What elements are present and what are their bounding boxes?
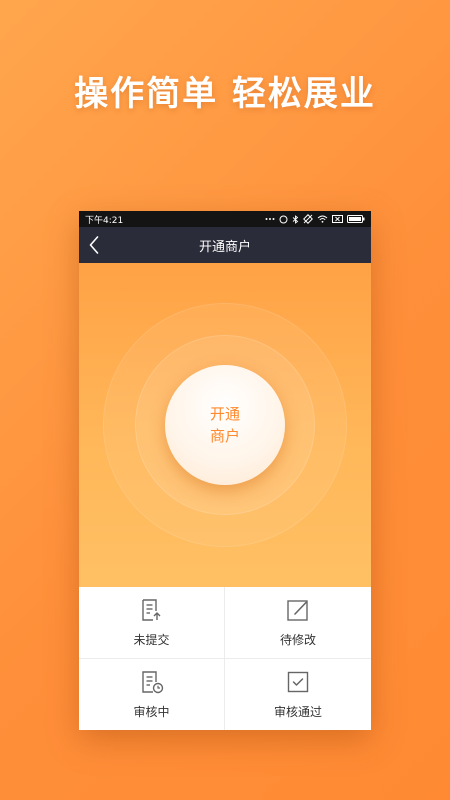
phone-screen: 下午4:21 开通商户 开通商户 未提交 待修改 审核中 审核通过 — [79, 211, 371, 730]
open-merchant-button[interactable]: 开通商户 — [165, 365, 285, 485]
grid-item-label: 审核通过 — [273, 704, 322, 719]
status-icons — [265, 214, 365, 224]
no-sim-icon — [332, 215, 343, 223]
nav-bar: 开通商户 — [79, 227, 371, 263]
grid-item-not-submitted[interactable]: 未提交 — [79, 587, 225, 659]
rotate-lock-icon — [303, 214, 313, 224]
checkbox-icon — [287, 671, 309, 692]
battery-icon — [347, 215, 365, 223]
grid-item-pending-edit[interactable]: 待修改 — [225, 587, 371, 659]
page-title: 开通商户 — [198, 239, 251, 255]
grid-item-in-review[interactable]: 审核中 — [79, 658, 225, 730]
grid-item-approved[interactable]: 审核通过 — [225, 658, 371, 730]
document-clock-icon — [141, 671, 163, 693]
grid-item-label: 审核中 — [133, 704, 170, 719]
document-upload-icon — [141, 599, 160, 621]
bluetooth-icon — [292, 214, 299, 224]
status-bar: 下午4:21 — [79, 211, 371, 227]
grid-item-label: 未提交 — [133, 632, 170, 647]
edit-icon — [287, 600, 308, 621]
back-button[interactable] — [89, 227, 117, 263]
open-merchant-label: 开通商户 — [209, 405, 240, 445]
wifi-icon — [317, 215, 328, 223]
alarm-circle-icon — [279, 215, 288, 224]
grid-item-label: 待修改 — [279, 632, 316, 647]
status-time: 下午4:21 — [85, 215, 124, 226]
more-dots-icon — [265, 216, 275, 222]
hero-area: 开通商户 — [79, 263, 371, 587]
promo-headline: 操作简单 轻松展业 — [74, 74, 376, 114]
status-grid: 未提交 待修改 审核中 审核通过 — [79, 587, 371, 730]
chevron-left-icon — [89, 236, 99, 254]
